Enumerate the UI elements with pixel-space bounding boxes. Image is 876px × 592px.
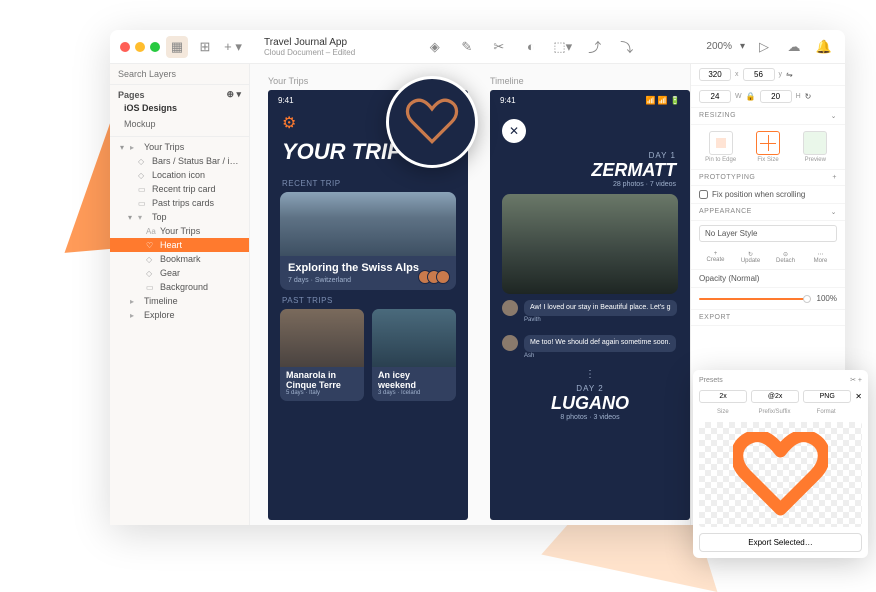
layer-item[interactable]: ◇Bars / Status Bar / iPhone… — [110, 154, 249, 168]
canvas[interactable]: Your Trips Timeline 9:41📶 📶 🔋 ⚙ YOUR TRI… — [250, 64, 690, 525]
export-selected-button[interactable]: Export Selected… — [699, 533, 862, 552]
export-size-select[interactable]: 2x — [699, 390, 747, 403]
bell-icon[interactable]: 🔔 — [813, 36, 835, 58]
titlebar: ▦ ⊞ + ▾ Travel Journal App Cloud Documen… — [110, 30, 845, 64]
pages-label: Pages — [118, 90, 145, 100]
opacity-slider[interactable]: 100% — [691, 288, 845, 310]
flip-icon[interactable]: ⇋ — [786, 70, 793, 79]
fix-size-button[interactable]: Fix Size — [746, 131, 789, 163]
layer-item[interactable]: AaYour Trips — [110, 224, 249, 238]
more-style-button[interactable]: ⋯More — [804, 249, 837, 266]
export-preview — [699, 422, 862, 527]
close-dot[interactable] — [120, 42, 130, 52]
layer-item[interactable]: ▭Background — [110, 280, 249, 294]
layer-item[interactable]: ♡Heart — [110, 238, 249, 252]
detach-style-button[interactable]: ⊝Detach — [769, 249, 802, 266]
update-style-button[interactable]: ↻Update — [734, 249, 767, 266]
minimize-dot[interactable] — [135, 42, 145, 52]
zoom-level[interactable]: 200% — [706, 41, 732, 52]
recent-trip-card: Exploring the Swiss Alps 7 days · Switze… — [280, 192, 456, 290]
artboard-label[interactable]: Timeline — [490, 76, 524, 86]
layer-item[interactable]: ▸Timeline — [110, 294, 249, 308]
layer-item[interactable]: ◇Location icon — [110, 168, 249, 182]
add-icon[interactable]: + ▾ — [222, 36, 244, 58]
add-preset-icon[interactable]: + — [858, 377, 862, 384]
cloud-icon[interactable]: ☁ — [783, 36, 805, 58]
search-input[interactable] — [118, 69, 241, 79]
artboard-timeline[interactable]: 9:41📶 📶 🔋 ✕ DAY 1 ZERMATT 28 photos · 7 … — [490, 90, 690, 520]
page-item[interactable]: Mockup — [118, 116, 241, 132]
pen-icon[interactable]: ✎ — [456, 36, 478, 58]
layer-item[interactable]: ▾▾Top — [110, 210, 249, 224]
avatar — [502, 300, 518, 316]
artboard-label[interactable]: Your Trips — [268, 76, 308, 86]
avatar — [502, 335, 518, 351]
layer-item[interactable]: ◇Gear — [110, 266, 249, 280]
export-prefix-field[interactable]: @2x — [751, 390, 799, 403]
layer-style-select[interactable]: No Layer Style — [699, 225, 837, 242]
create-style-button[interactable]: +Create — [699, 249, 732, 266]
chevron-down-icon[interactable]: ⌄ — [831, 208, 837, 216]
heart-zoom-preview — [386, 76, 478, 168]
remove-preset-icon[interactable]: ✕ — [855, 392, 862, 401]
x-field[interactable] — [699, 68, 731, 81]
traffic-lights[interactable] — [120, 42, 160, 52]
layer-item[interactable]: ▭Past trips cards — [110, 196, 249, 210]
rotate-icon[interactable]: ↻ — [805, 92, 812, 101]
components-icon[interactable]: ⊞ — [194, 36, 216, 58]
play-icon[interactable]: ▷ — [753, 36, 775, 58]
union-icon[interactable]: ⬚▾ — [552, 36, 574, 58]
forward-icon[interactable]: ⤴ — [584, 36, 606, 58]
past-trip-card: Manarola in Cinque Terre5 days · Italy — [280, 309, 364, 402]
export-format-select[interactable]: PNG — [803, 390, 851, 403]
layer-item[interactable]: ▸Explore — [110, 308, 249, 322]
y-field[interactable] — [743, 68, 775, 81]
mask-icon[interactable]: ◐ — [520, 36, 542, 58]
layer-list: ▾▸Your Trips◇Bars / Status Bar / iPhone…… — [110, 137, 249, 525]
backward-icon[interactable]: ⤵ — [616, 36, 638, 58]
pin-edge-button[interactable]: Pin to Edge — [699, 131, 742, 163]
scissors-icon[interactable]: ✂ — [488, 36, 510, 58]
chevron-down-icon[interactable]: ⌄ — [831, 112, 837, 120]
layer-item[interactable]: ▭Recent trip card — [110, 182, 249, 196]
symbol-icon[interactable]: ◈ — [424, 36, 446, 58]
add-icon[interactable]: + — [832, 174, 837, 181]
h-field[interactable] — [760, 90, 792, 103]
panel-toggle-icon[interactable]: ▦ — [166, 36, 188, 58]
add-page-icon[interactable]: ⊕ ▾ — [226, 89, 241, 100]
knife-icon[interactable]: ✂ — [850, 377, 856, 384]
page-item[interactable]: iOS Designs — [118, 100, 241, 116]
photo — [502, 194, 678, 294]
fix-scroll-checkbox[interactable] — [699, 190, 708, 199]
layer-item[interactable]: ◇Bookmark — [110, 252, 249, 266]
document-title: Travel Journal App Cloud Document – Edit… — [264, 37, 355, 57]
close-icon: ✕ — [502, 119, 526, 143]
past-trip-card: An icey weekend3 days · Iceland — [372, 309, 456, 402]
w-field[interactable] — [699, 90, 731, 103]
layer-item[interactable]: ▾▸Your Trips — [110, 140, 249, 154]
left-sidebar: Pages ⊕ ▾ iOS Designs Mockup ▾▸Your Trips… — [110, 64, 250, 525]
search-layers[interactable] — [110, 64, 249, 85]
export-panel: Presets✂ + 2x @2x PNG ✕ Size Prefix/Suff… — [693, 370, 868, 558]
preview-button[interactable]: Preview — [794, 131, 837, 163]
lock-icon[interactable]: 🔒 — [746, 92, 756, 101]
maximize-dot[interactable] — [150, 42, 160, 52]
